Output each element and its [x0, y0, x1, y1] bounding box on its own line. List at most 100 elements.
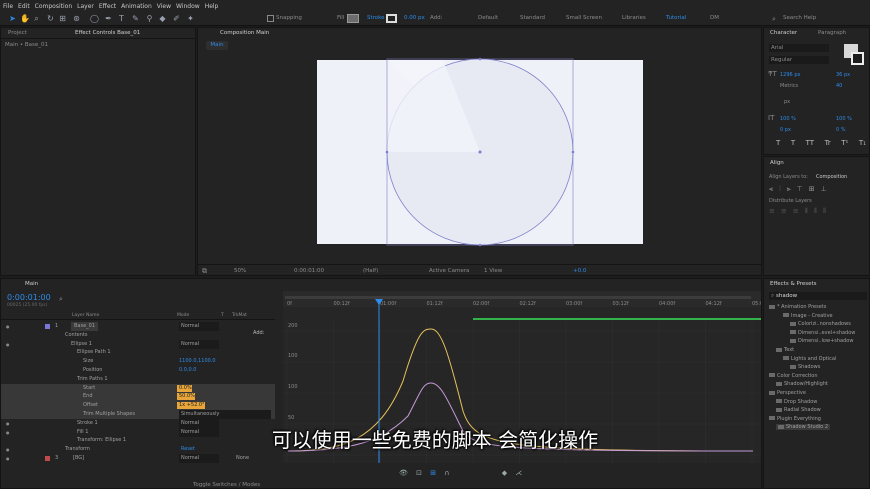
selection-tool-icon[interactable]: ➤	[8, 14, 17, 23]
font-size-value[interactable]: 1296 px	[780, 72, 800, 78]
layer-mode-dropdown[interactable]: Normal	[179, 454, 219, 463]
label-color-swatch[interactable]	[45, 324, 50, 329]
vertical-scale-value[interactable]: 100 %	[780, 116, 796, 122]
zoom-dropdown[interactable]: 50%	[234, 268, 246, 274]
align-left-icon[interactable]: ⫷	[769, 185, 773, 195]
layer-row[interactable]: End 50.0%	[1, 392, 275, 402]
effects-tree-item[interactable]: Image - Creative	[783, 313, 833, 319]
graph-options-icon[interactable]: ⊡	[416, 469, 422, 477]
visibility-eye-icon[interactable]	[4, 375, 6, 384]
property-value[interactable]: 1x +52.0°	[177, 402, 205, 410]
superscript-button[interactable]: T¹	[841, 139, 848, 149]
visibility-eye-icon[interactable]	[4, 384, 6, 393]
effects-tree-item[interactable]: Text	[776, 347, 794, 353]
visibility-eye-icon[interactable]: ●	[4, 454, 10, 463]
fill-swatch[interactable]	[347, 14, 359, 23]
align-right-icon[interactable]: ⫸	[787, 185, 791, 195]
viewer-timecode[interactable]: 0:00:01:00	[294, 268, 324, 274]
search-icon[interactable]: ⌕	[772, 15, 776, 24]
visibility-eye-icon[interactable]: ●	[4, 322, 10, 331]
layer-row[interactable]: Ellipse Path 1	[1, 348, 275, 357]
layer-row[interactable]: Trim Paths 1	[1, 375, 275, 384]
tab-composition-main[interactable]: Composition Main	[220, 30, 269, 36]
layer-row[interactable]: Start 0.0%	[1, 383, 275, 393]
snapping-checkbox[interactable]	[267, 15, 274, 22]
tab-align[interactable]: Align	[770, 160, 784, 166]
clone-stamp-tool-icon[interactable]: ⚲	[145, 14, 154, 23]
distribute-right-icon[interactable]: ⦀	[823, 207, 826, 217]
effects-search-field[interactable]: ⌕ shadow	[769, 292, 867, 300]
layer-row[interactable]: ● 3 [BG] None Normal	[1, 454, 275, 463]
distribute-hcenter-icon[interactable]: ⦀	[814, 207, 817, 217]
transform-box-icon[interactable]: ⊞	[430, 469, 436, 477]
property-value[interactable]: 1100.0,1100.0	[177, 357, 216, 366]
horizontal-scale-value[interactable]: 100 %	[836, 116, 852, 122]
rotate-tool-icon[interactable]: ↻	[46, 14, 55, 23]
layer-row[interactable]: Size 1100.0,1100.0	[1, 357, 275, 366]
add-label[interactable]: Add:	[430, 15, 443, 21]
timeline-search-icon[interactable]: ⌕	[59, 295, 63, 304]
distribute-vcenter-icon[interactable]: ≡	[781, 207, 787, 217]
distribute-left-icon[interactable]: ⦀	[805, 207, 808, 217]
layer-row[interactable]: Offset 1x +52.0°	[1, 401, 275, 411]
property-value[interactable]: None	[234, 454, 249, 463]
stroke-color-swatch[interactable]	[851, 52, 864, 65]
menu-item-window[interactable]: Window	[176, 3, 200, 10]
layer-row[interactable]: Position 0.0,0.0	[1, 366, 275, 375]
layer-mode-dropdown[interactable]: Normal	[179, 339, 219, 349]
effects-tree-item[interactable]: Shadow/Highlight	[776, 381, 828, 387]
always-preview-icon[interactable]: ⧉	[202, 267, 207, 276]
tab-paragraph[interactable]: Paragraph	[818, 30, 846, 36]
distribute-top-icon[interactable]: ≡	[769, 207, 775, 217]
subscript-button[interactable]: T₁	[859, 139, 866, 149]
effects-tree-item[interactable]: Drop Shadow	[776, 399, 817, 405]
faux-bold-button[interactable]: T	[776, 139, 780, 149]
camera-dropdown[interactable]: Active Camera	[429, 268, 469, 274]
menu-item-help[interactable]: Help	[205, 3, 219, 10]
exposure-value[interactable]: +0.0	[573, 268, 586, 274]
property-value[interactable]: 50.0%	[177, 393, 195, 401]
timeline-timecode[interactable]: 0:00:01:00	[7, 293, 51, 302]
roto-brush-tool-icon[interactable]: ✐	[172, 14, 181, 23]
font-family-dropdown[interactable]: Arial	[769, 44, 829, 52]
zoom-tool-icon[interactable]: ⌕	[32, 14, 41, 23]
toggle-switches-modes[interactable]: Toggle Switches / Modes	[193, 482, 260, 488]
menu-item-animation[interactable]: Animation	[121, 3, 152, 10]
align-vcenter-icon[interactable]: ⊞	[809, 185, 815, 195]
effects-tree-item[interactable]: Lights and Optical	[783, 356, 836, 362]
visibility-eye-icon[interactable]	[4, 348, 6, 357]
align-to-dropdown[interactable]: Composition	[816, 174, 847, 180]
tab-effects-presets[interactable]: Effects & Presets	[770, 281, 817, 287]
camera-tool-icon[interactable]: ⊞	[58, 14, 67, 23]
label-color-swatch[interactable]	[45, 456, 50, 461]
tab-character[interactable]: Character	[770, 30, 797, 36]
ellipse-tool-icon[interactable]: ◯	[90, 14, 99, 23]
puppet-tool-icon[interactable]: ✦	[186, 14, 195, 23]
effects-tree-item[interactable]: Colorizi..nonshadows	[790, 321, 851, 327]
tsume-value[interactable]: 0 %	[836, 127, 846, 133]
stroke-width-value[interactable]: 0.00 px	[404, 15, 425, 21]
pen-tool-icon[interactable]: ✒	[104, 14, 113, 23]
stroke-width-unit[interactable]: px	[784, 99, 790, 105]
layer-row[interactable]: Contents	[1, 331, 275, 340]
tracking-value[interactable]: 40	[836, 83, 842, 89]
eraser-tool-icon[interactable]: ◆	[158, 14, 167, 23]
composition-subtab[interactable]: Main	[206, 41, 228, 50]
property-value[interactable]: 0.0,0.0	[177, 366, 197, 375]
snap-icon[interactable]: ∩	[444, 469, 449, 477]
effects-tree-item[interactable]: Plugin Everything	[769, 416, 821, 422]
tab-effect-controls[interactable]: Effect Controls Base_01	[75, 30, 140, 36]
show-properties-icon[interactable]: 👁	[399, 469, 408, 477]
visibility-eye-icon[interactable]	[4, 331, 6, 340]
align-bottom-icon[interactable]: ⊥	[821, 185, 827, 195]
font-style-dropdown[interactable]: Regular	[769, 56, 829, 64]
distribute-bottom-icon[interactable]: ≡	[793, 207, 799, 217]
effects-tree-item[interactable]: Dimensi..low+shadow	[790, 338, 853, 344]
layer-mode-dropdown[interactable]: Normal	[179, 322, 219, 331]
menu-item-effect[interactable]: Effect	[99, 3, 116, 10]
effects-tree-item[interactable]: Shadows	[790, 364, 820, 370]
visibility-eye-icon[interactable]	[4, 357, 6, 366]
workspace-small-screen[interactable]: Small Screen	[566, 15, 602, 21]
pan-behind-tool-icon[interactable]: ⊛	[72, 14, 81, 23]
menu-item-composition[interactable]: Composition	[35, 3, 72, 10]
